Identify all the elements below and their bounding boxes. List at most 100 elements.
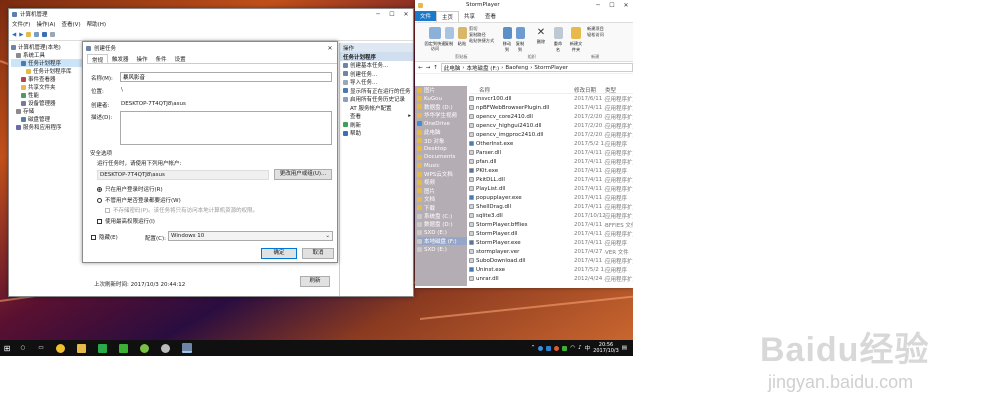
nav-item[interactable]: 图片 [417, 86, 467, 94]
nav-item[interactable]: 此电脑 [417, 128, 467, 136]
search-icon[interactable]: ○ [14, 345, 32, 351]
tree-item[interactable]: 计算机管理(本地) [11, 43, 87, 51]
nav-item[interactable]: 华华学生视频 [417, 111, 467, 119]
action-item[interactable]: 启用所有任务历史记录 [340, 95, 413, 104]
nav-item[interactable]: OneDrive [417, 120, 467, 128]
close-icon[interactable]: ✕ [399, 11, 413, 18]
tree-item[interactable]: 存储 [11, 107, 87, 115]
radio-logged-on[interactable]: 只在用户登录时运行(R) [97, 185, 163, 193]
nav-item[interactable]: SXD (E:) [417, 229, 467, 237]
tray-app3-icon[interactable] [554, 345, 560, 351]
nav-item[interactable]: 数据盘 (D:) [417, 103, 467, 111]
breadcrumb-this-pc[interactable]: 此电脑 [444, 64, 461, 72]
nav-item[interactable]: 视频 [417, 178, 467, 186]
nav-item[interactable]: Music [417, 162, 467, 170]
copy-to-button[interactable]: 复制到 [514, 27, 526, 53]
breadcrumb-stormplayer[interactable]: StormPlayer [534, 65, 568, 71]
file-row[interactable]: PkitDLL.dll 2017/4/11 ...应用程序扩展 [469, 175, 633, 184]
dialog-close-icon[interactable]: ✕ [323, 45, 337, 52]
file-row[interactable]: msvcr100.dll 2017/6/11 ...应用程序扩展 [469, 94, 633, 103]
ribbon-tab-file[interactable]: 文件 [415, 11, 437, 21]
actions-section[interactable]: 任务计划程序 [340, 52, 413, 61]
tree-item[interactable]: 任务计划程序库 [11, 67, 87, 75]
forward-arrow-icon[interactable]: ▶ [19, 32, 23, 38]
ok-button[interactable]: 确定 [261, 248, 297, 259]
action-item[interactable]: 创建基本任务... [340, 61, 413, 70]
tree-item[interactable]: 系统工具 [11, 51, 87, 59]
tray-app-icon[interactable] [538, 345, 544, 351]
nav-item[interactable]: SXD (E:) [417, 245, 467, 253]
file-row[interactable]: StormPlayer.exe 2017/4/11 ...应用程序 [469, 238, 633, 247]
notification-icon[interactable]: ▤ [622, 345, 627, 351]
tray-chevron-icon[interactable]: ⌃ [531, 345, 536, 351]
nav-item[interactable]: Desktop [417, 145, 467, 153]
file-row[interactable]: sqlite3.dll 2017/10/12 ...应用程序扩展 [469, 211, 633, 220]
maximize-icon[interactable]: ☐ [385, 11, 399, 18]
volume-icon[interactable]: ♪ [578, 345, 582, 351]
file-row[interactable]: PlayList.dll 2017/4/11 ...应用程序扩展 [469, 184, 633, 193]
start-icon[interactable]: ⊞ [0, 344, 14, 353]
column-type[interactable]: 类型 [605, 86, 633, 94]
explorer-minimize-icon[interactable]: ─ [591, 2, 605, 9]
file-row[interactable]: popupplayer.exe 2017/4/11 ...应用程序 [469, 193, 633, 202]
minimize-icon[interactable]: ─ [371, 11, 385, 18]
file-row[interactable]: PKlt.exe 2017/4/11 ...应用程序 [469, 166, 633, 175]
no-store-password-checkbox[interactable]: 不存储密码(P)。该任务将只有访问本地计算机资源的权限。 [105, 206, 258, 214]
help-icon[interactable] [42, 32, 48, 37]
action-item[interactable]: 显示所有正在运行的任务 [340, 87, 413, 96]
file-row[interactable]: pfan.dll 2017/4/11 ...应用程序扩展 [469, 157, 633, 166]
menu-help[interactable]: 帮助(H) [84, 20, 109, 28]
name-input[interactable] [120, 72, 332, 82]
clock[interactable]: 20:56 2017/10/3 [593, 342, 619, 354]
tree-item[interactable]: 共享文件夹 [11, 83, 87, 91]
paste-button[interactable]: 粘贴 [456, 27, 468, 47]
wechat-icon[interactable] [119, 343, 128, 353]
app-icon[interactable] [98, 343, 107, 353]
copy-button[interactable]: 复制 [443, 27, 455, 47]
task-view-icon[interactable]: ▭ [32, 345, 50, 351]
computer-management-taskbar-icon[interactable] [182, 343, 192, 353]
easy-access-label[interactable]: 轻松访问 [587, 32, 604, 38]
file-row[interactable]: SuboDownload.dll 2017/4/11 ...应用程序扩展 [469, 256, 633, 265]
nav-up-icon[interactable]: ↑ [433, 65, 438, 71]
action-item[interactable]: 创建任务... [340, 70, 413, 79]
delete-button[interactable]: ✕ 删除 [535, 27, 547, 45]
nav-item[interactable]: 文档 [417, 195, 467, 203]
action-item[interactable]: AT 服务帐户配置 [340, 104, 413, 113]
nav-item[interactable]: 本地磁盘 (F:) [417, 237, 467, 246]
column-name[interactable]: 名称 [469, 86, 574, 94]
paste-shortcut-label[interactable]: 粘贴快捷方式 [469, 38, 494, 44]
tray-app4-icon[interactable] [562, 345, 568, 351]
file-row[interactable]: stormplayer.ver 2017/4/27 ...VER 文件 [469, 247, 633, 256]
action-item[interactable]: 刷新 [340, 121, 413, 130]
menu-view[interactable]: 查看(V) [59, 20, 84, 28]
tree-item[interactable]: 任务计划程序 [11, 59, 87, 67]
file-row[interactable]: opencv_highgui2410.dll 2017/2/20 ...应用程序扩… [469, 121, 633, 130]
ribbon-tab-view[interactable]: 查看 [480, 11, 501, 21]
tree-item[interactable]: 事件查看器 [11, 75, 87, 83]
nav-item[interactable]: 系统盘 (C:) [417, 212, 467, 220]
properties-icon[interactable] [34, 32, 40, 37]
nav-item[interactable]: 数据盘 (D:) [417, 220, 467, 228]
new-folder-button[interactable]: 新建文件夹 [569, 27, 583, 53]
file-row[interactable]: opencv_imgproc2410.dll 2017/2/20 ...应用程序扩… [469, 130, 633, 139]
file-row[interactable]: opencv_core2410.dll 2017/2/20 ...应用程序扩展 [469, 112, 633, 121]
file-row[interactable]: ShellDrag.dll 2017/4/11 ...应用程序扩展 [469, 202, 633, 211]
nav-back-icon[interactable]: ← [418, 65, 423, 71]
action-item[interactable]: 帮助 [340, 129, 413, 138]
tree-item[interactable]: 服务和应用程序 [11, 123, 87, 131]
nav-item[interactable]: WPS云文档 [417, 170, 467, 178]
tab-actions[interactable]: 操作 [133, 54, 152, 63]
nav-item[interactable]: 下载 [417, 203, 467, 212]
ribbon-tab-home[interactable]: 主页 [436, 10, 460, 22]
description-textarea[interactable] [120, 111, 332, 145]
nav-forward-icon[interactable]: → [426, 65, 431, 71]
menu-file[interactable]: 文件(F) [9, 20, 33, 28]
file-row[interactable]: StormPlayer.bfflies 2017/4/11 ...BFFIES 文… [469, 220, 633, 229]
move-to-button[interactable]: 移动到 [501, 27, 513, 53]
nav-item[interactable]: 3D 对象 [417, 136, 467, 145]
console-icon[interactable] [50, 32, 56, 37]
tab-general[interactable]: 常规 [87, 54, 109, 64]
file-row[interactable]: Uninst.exe 2017/5/2 1...应用程序 [469, 265, 633, 274]
file-explorer-icon[interactable] [77, 343, 86, 353]
